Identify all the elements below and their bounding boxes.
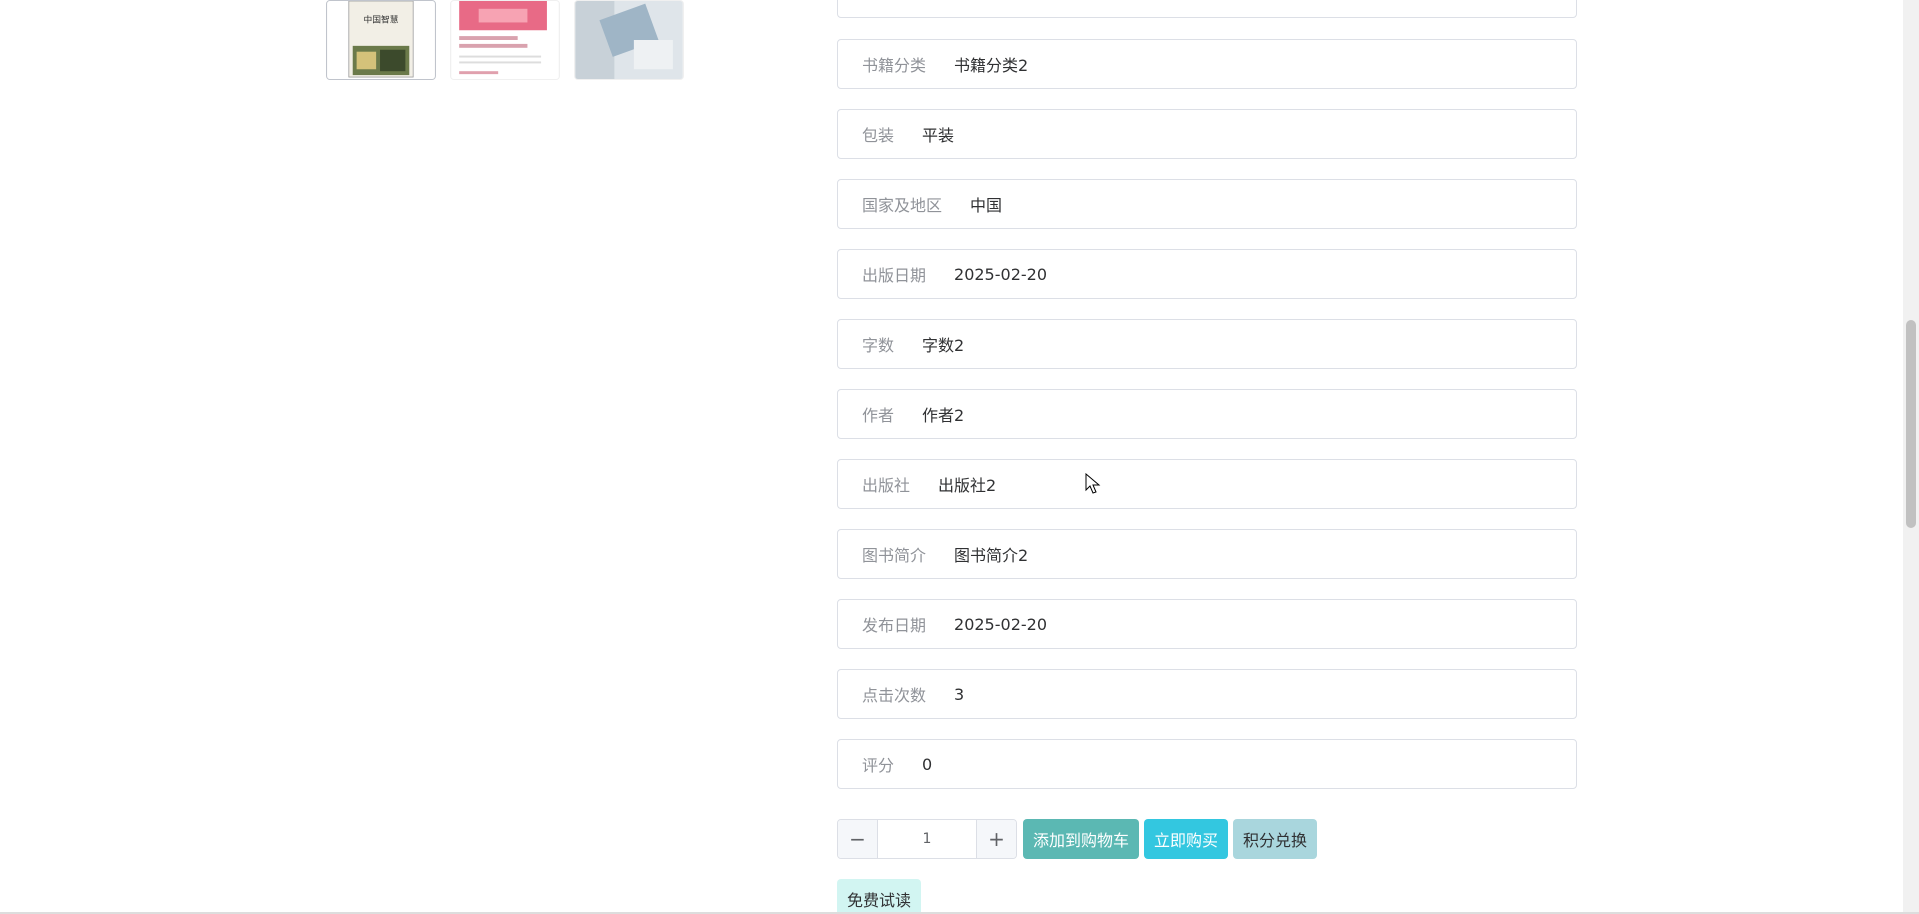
buy-now-button[interactable]: 立即购买	[1144, 819, 1229, 859]
field-value: 字数2	[922, 336, 965, 355]
product-detail-page: 中国智慧 书籍分类 书籍分类2 包装 平装 国家及地区 中国 出版日期 2025…	[0, 0, 1919, 914]
thumbnail-1-title: 中国智慧	[363, 13, 398, 25]
free-trial-button[interactable]: 免费试读	[837, 879, 922, 914]
book-cover-icon	[451, 1, 559, 79]
add-to-cart-button[interactable]: 添加到购物车	[1023, 819, 1140, 859]
field-value: 图书简介2	[954, 546, 1029, 565]
field-label: 评分	[862, 756, 895, 775]
field-label: 出版日期	[862, 266, 927, 285]
field-label: 作者	[862, 406, 895, 425]
scrollbar-thumb[interactable]	[1906, 320, 1916, 528]
field-row-country: 国家及地区 中国	[837, 179, 1577, 229]
field-row-packaging: 包装 平装	[837, 109, 1577, 159]
field-value: 中国	[970, 196, 1003, 215]
field-value: 作者2	[922, 406, 965, 425]
thumbnail-3[interactable]	[574, 0, 684, 80]
field-row-partial	[837, 0, 1577, 18]
decrease-quantity-button[interactable]: −	[838, 820, 878, 858]
field-row-word-count: 字数 字数2	[837, 319, 1577, 369]
field-label: 国家及地区	[862, 196, 943, 215]
quantity-input[interactable]	[878, 820, 976, 858]
field-row-author: 作者 作者2	[837, 389, 1577, 439]
field-value: 0	[922, 754, 933, 774]
thumbnail-strip: 中国智慧	[326, 0, 684, 80]
field-value: 2025-02-20	[954, 614, 1047, 634]
field-label: 包装	[862, 126, 895, 145]
increase-quantity-button[interactable]: +	[976, 820, 1016, 858]
field-row-intro: 图书简介 图书简介2	[837, 529, 1577, 579]
field-label: 书籍分类	[862, 56, 927, 75]
field-row-publisher: 出版社 出版社2	[837, 459, 1577, 509]
field-label: 出版社	[862, 476, 911, 495]
field-row-publish-date: 出版日期 2025-02-20	[837, 249, 1577, 299]
thumbnail-1[interactable]: 中国智慧	[326, 0, 436, 80]
quantity-stepper: − +	[837, 819, 1017, 859]
field-label: 图书简介	[862, 546, 927, 565]
field-label: 发布日期	[862, 616, 927, 635]
field-row-click-count: 点击次数 3	[837, 669, 1577, 719]
field-label: 字数	[862, 336, 895, 355]
page-scrollbar[interactable]	[1903, 0, 1919, 914]
purchase-controls: − + 添加到购物车 立即购买 积分兑换	[837, 819, 1318, 859]
mouse-cursor-icon	[1085, 473, 1101, 494]
field-row-rating: 评分 0	[837, 739, 1577, 789]
field-row-release-date: 发布日期 2025-02-20	[837, 599, 1577, 649]
field-value: 平装	[922, 126, 955, 145]
book-cover-icon: 中国智慧	[327, 1, 435, 79]
field-value: 书籍分类2	[954, 56, 1029, 75]
field-label: 点击次数	[862, 686, 927, 705]
points-exchange-button[interactable]: 积分兑换	[1233, 819, 1318, 859]
book-cover-icon	[575, 1, 683, 79]
field-value: 2025-02-20	[954, 264, 1047, 284]
thumbnail-2[interactable]	[450, 0, 560, 80]
field-value: 出版社2	[938, 476, 997, 495]
field-row-book-category: 书籍分类 书籍分类2	[837, 39, 1577, 89]
field-value: 3	[954, 684, 965, 704]
